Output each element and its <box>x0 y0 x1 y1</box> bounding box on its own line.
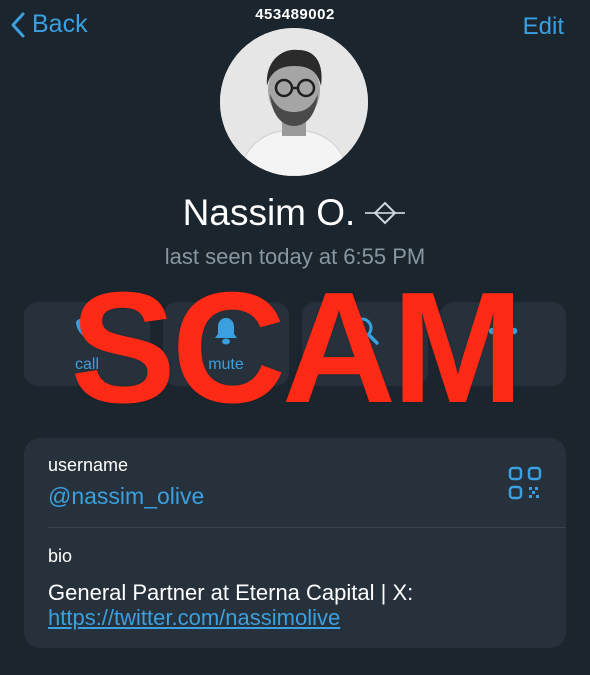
username-label: username <box>48 455 129 475</box>
more-icon <box>488 327 518 335</box>
search-button[interactable]: rch <box>302 302 428 386</box>
username-value[interactable]: @nassim_olive <box>48 483 204 510</box>
card-divider <box>48 527 566 528</box>
top-id-label: 453489002 <box>255 6 335 23</box>
more-button[interactable]: re <box>440 302 566 386</box>
avatar[interactable] <box>220 28 368 176</box>
profile-screen: Back 453489002 Edit Nassim O. last seen … <box>0 0 590 675</box>
last-seen-status: last seen today at 6:55 PM <box>164 244 426 269</box>
avatar-photo <box>220 28 368 176</box>
bio-text: General Partner at Eterna Capital | X: <box>48 580 414 605</box>
edit-button[interactable]: Edit <box>523 13 564 41</box>
phone-icon <box>76 319 98 341</box>
more-label: re <box>495 356 511 373</box>
bell-icon <box>215 318 237 345</box>
bio-label: bio <box>48 546 73 566</box>
search-label: rch <box>353 356 377 373</box>
call-label: call <box>74 356 99 373</box>
action-buttons: call mute rch re <box>24 302 566 386</box>
profile-name: Nassim O. <box>182 192 356 233</box>
verified-diamond-icon <box>365 201 406 225</box>
bio-link[interactable]: https://twitter.com/nassimolive <box>48 605 340 631</box>
info-card: username @nassim_olive bio General Partn… <box>24 438 566 648</box>
qr-code-button[interactable] <box>508 466 542 505</box>
mute-button[interactable]: mute <box>163 302 289 386</box>
search-icon <box>351 317 379 345</box>
call-button[interactable]: call <box>24 302 150 386</box>
name-row: Nassim O. <box>0 192 590 234</box>
mute-label: mute <box>208 356 244 373</box>
qr-code-icon <box>508 466 542 500</box>
